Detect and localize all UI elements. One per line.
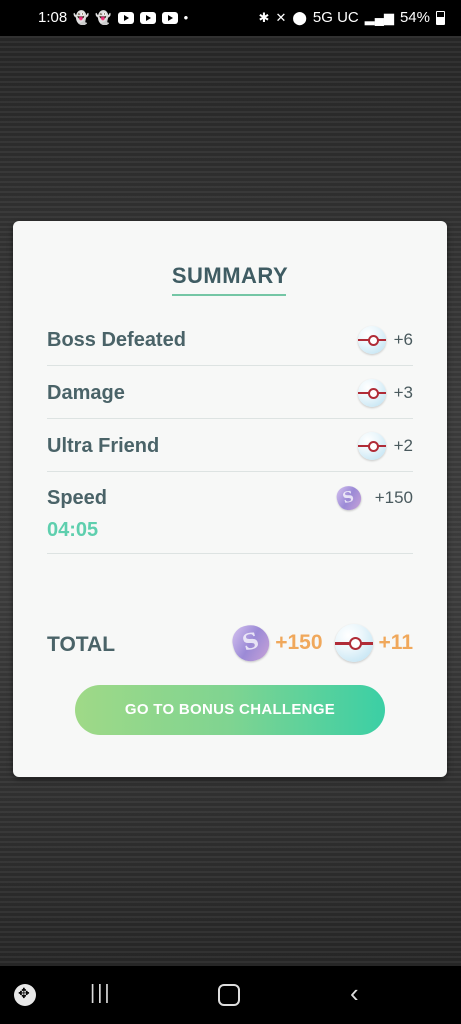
- row-label: Ultra Friend: [47, 435, 160, 457]
- battery-label: 54%: [399, 9, 430, 26]
- mute-icon: ✕: [275, 9, 287, 25]
- youtube-icon: [139, 11, 156, 24]
- youtube-icon: [117, 11, 134, 24]
- status-left: 1:08 👻 👻 •: [38, 9, 188, 26]
- status-time: 1:08: [38, 9, 68, 26]
- total-stardust: +150: [275, 631, 323, 654]
- summary-row-damage: Damage +3: [47, 374, 413, 419]
- summary-title: SUMMARY: [171, 263, 289, 288]
- more-dot-icon: •: [183, 9, 189, 25]
- signal-icon: ▂▄▆: [364, 9, 394, 25]
- recent-apps-icon[interactable]: |||: [90, 982, 112, 1005]
- network-label: 5G UC: [312, 9, 359, 26]
- navigation-bar: ||| ‹: [0, 966, 461, 1024]
- back-icon[interactable]: ‹: [350, 978, 359, 1009]
- battery-icon: [436, 10, 445, 25]
- summary-row-boss-defeated: Boss Defeated +6: [47, 321, 413, 366]
- premier-ball-icon: [357, 326, 386, 354]
- home-icon[interactable]: [218, 984, 240, 1006]
- status-bar: 1:08 👻 👻 • ✱ ✕ ⬤ 5G UC ▂▄▆ 54%: [0, 0, 461, 36]
- game-launcher-icon[interactable]: [14, 984, 36, 1006]
- youtube-icon: [161, 11, 178, 24]
- snapchat-icon: 👻: [73, 9, 90, 25]
- status-right: ✱ ✕ ⬤ 5G UC ▂▄▆ 54%: [259, 9, 445, 26]
- stardust-icon: [229, 620, 274, 666]
- title-underline: [172, 294, 286, 296]
- snapchat-icon: 👻: [95, 9, 112, 25]
- speed-time: 04:05: [47, 519, 99, 541]
- summary-row-ultra-friend: Ultra Friend +2: [47, 427, 413, 472]
- row-label: Speed: [47, 487, 108, 509]
- premier-ball-icon: [334, 624, 373, 662]
- summary-row-speed: Speed 04:05 +150: [47, 480, 413, 554]
- row-value: +6: [393, 330, 413, 349]
- total-balls: +11: [378, 631, 413, 654]
- premier-ball-icon: [357, 432, 386, 460]
- summary-card: SUMMARY Boss Defeated +6 Damage +3 Ultra…: [13, 221, 447, 777]
- stardust-icon: [334, 483, 364, 513]
- row-value: +2: [393, 436, 413, 455]
- total-rewards: +150 +11: [229, 620, 413, 666]
- bonus-challenge-button[interactable]: GO TO BONUS CHALLENGE: [75, 685, 385, 735]
- total-label: TOTAL: [47, 633, 116, 656]
- row-value: +150: [374, 488, 413, 507]
- location-icon: ⬤: [292, 9, 307, 25]
- bluetooth-icon: ✱: [258, 9, 270, 25]
- premier-ball-icon: [357, 379, 386, 407]
- row-label: Boss Defeated: [47, 329, 186, 351]
- row-label: Damage: [47, 382, 125, 404]
- row-value: +3: [393, 383, 413, 402]
